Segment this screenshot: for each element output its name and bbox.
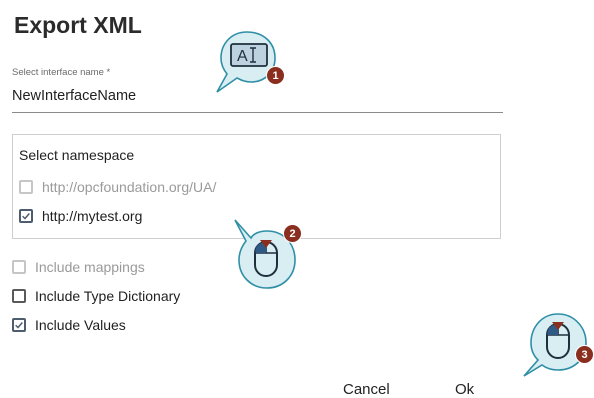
checkbox-unchecked-icon[interactable] — [12, 289, 26, 303]
checkbox-checked-icon[interactable] — [19, 209, 33, 223]
cancel-button[interactable]: Cancel — [343, 381, 390, 398]
callout-step-1: A 1 — [213, 28, 289, 96]
option-label: Include Type Dictionary — [35, 288, 181, 304]
callout-step-2: 2 — [233, 218, 313, 294]
ok-button[interactable]: Ok — [455, 381, 474, 398]
checkbox-unchecked-icon[interactable] — [19, 180, 33, 194]
interface-name-label: Select interface name * — [12, 67, 111, 78]
option-label: Include mappings — [35, 259, 145, 275]
interface-name-input[interactable]: NewInterfaceName — [12, 88, 136, 104]
dialog-title: Export XML — [14, 12, 142, 38]
namespace-option-opcfoundation[interactable]: http://opcfoundation.org/UA/ — [19, 179, 216, 195]
namespace-option-label: http://mytest.org — [42, 208, 143, 224]
option-include-mappings[interactable]: Include mappings — [12, 259, 145, 275]
checkbox-unchecked-icon[interactable] — [12, 260, 26, 274]
svg-text:A: A — [237, 48, 248, 65]
text-input-icon: A — [216, 31, 276, 93]
option-include-type-dictionary[interactable]: Include Type Dictionary — [12, 288, 180, 304]
checkbox-checked-icon[interactable] — [12, 318, 26, 332]
step-badge: 3 — [575, 345, 594, 364]
step-badge: 2 — [283, 224, 302, 243]
mouse-left-click-icon — [523, 313, 587, 377]
namespace-title: Select namespace — [19, 147, 135, 163]
namespace-option-label: http://opcfoundation.org/UA/ — [42, 179, 217, 195]
option-include-values[interactable]: Include Values — [12, 317, 126, 333]
interface-name-underline — [12, 112, 503, 113]
step-badge: 1 — [266, 66, 285, 85]
callout-step-3: 3 — [522, 308, 594, 380]
namespace-option-mytest[interactable]: http://mytest.org — [19, 208, 142, 224]
option-label: Include Values — [35, 317, 126, 333]
